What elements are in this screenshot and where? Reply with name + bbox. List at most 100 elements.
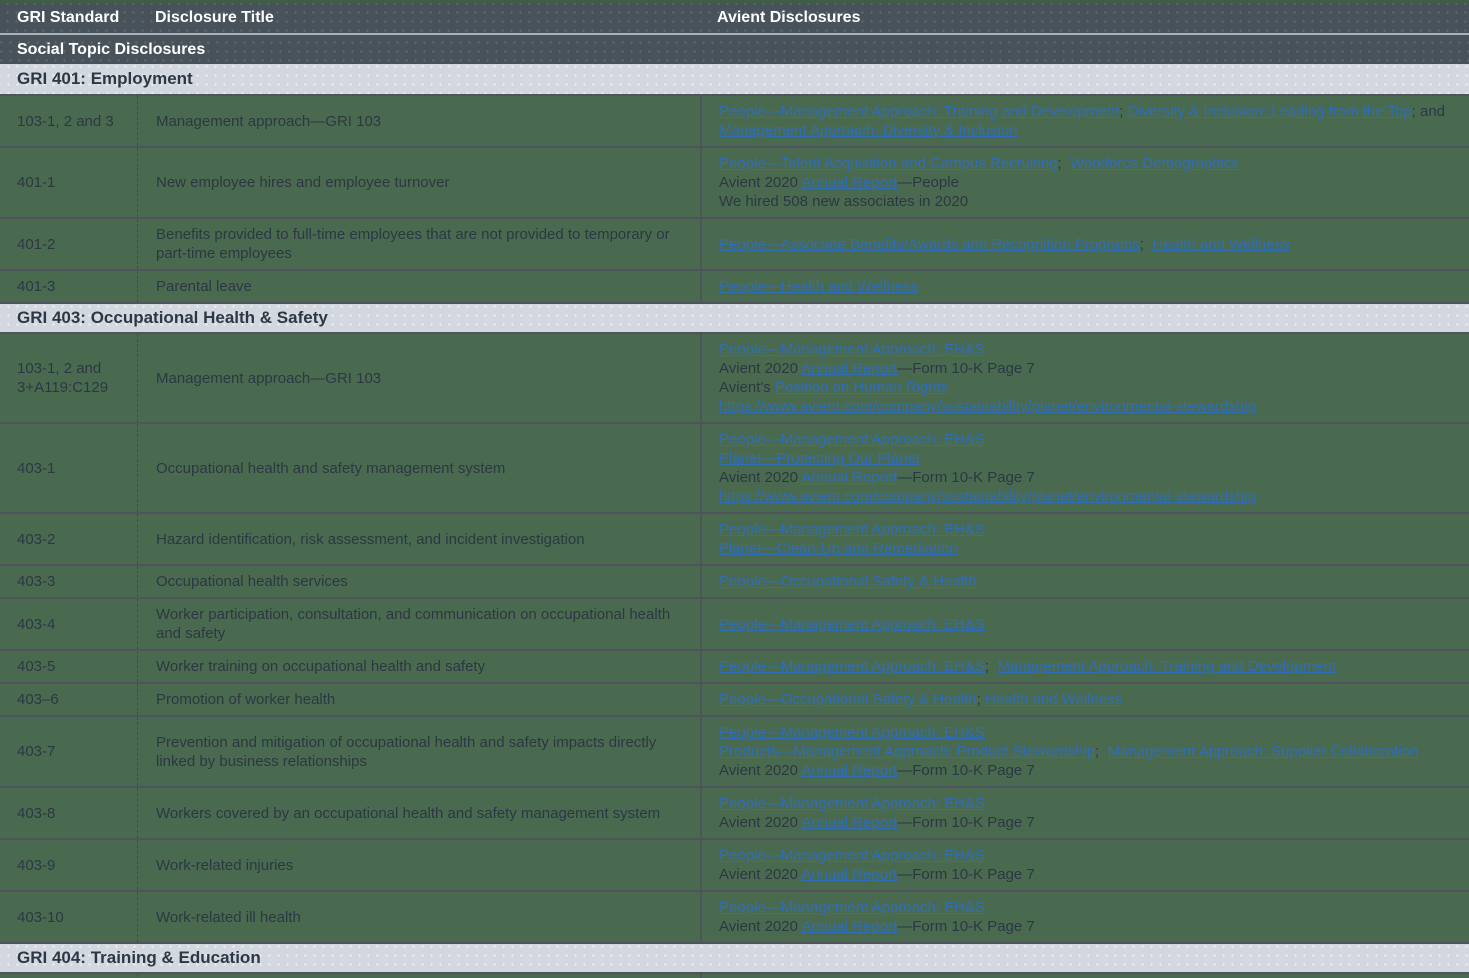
disclosure-line: People—Management Approach: EH&S (719, 520, 1459, 539)
disclosure-link[interactable]: Diversity & Inclusion: Leading from the … (1128, 103, 1412, 120)
disclosure-link[interactable]: Position on Human Rights (775, 379, 948, 396)
disclosure-line: People—Management Approach: EH&S (719, 615, 1459, 634)
avient-disclosures-cell: People—Associate Benefits/Awards and Rec… (700, 219, 1469, 269)
table-row: 403-4Worker participation, consultation,… (0, 597, 1469, 649)
disclosure-link[interactable]: People—Management Approach: EH&S (719, 899, 985, 916)
disclosure-link[interactable]: Management Approach: Diversity & Inclusi… (719, 122, 1017, 139)
disclosure-line: Avient 2020 Annual Report—Form 10-K Page… (719, 917, 1459, 936)
disclosure-link[interactable]: Annual Report (801, 918, 897, 935)
disclosure-link[interactable]: Health and Wellness (985, 691, 1122, 708)
disclosure-link[interactable]: People—Management Approach: EH&S (719, 847, 985, 864)
disclosure-link[interactable]: Annual Report (801, 469, 897, 486)
disclosure-text: ; (1140, 236, 1153, 253)
disclosure-text: Avient 2020 (719, 866, 801, 883)
table-row: 403-7Prevention and mitigation of occupa… (0, 715, 1469, 786)
gri-standard-cell: 401-3 (0, 271, 137, 302)
disclosure-title-cell: Management approach—GRI 103 (137, 96, 700, 146)
disclosure-link[interactable]: People—Occupational Safety & Health (719, 573, 977, 590)
avient-disclosures-cell: People—Occupational Safety & Health; Hea… (700, 684, 1469, 715)
disclosure-line: People—Management Approach: EH&S (719, 430, 1459, 449)
disclosure-title-cell: Hazard identification, risk assessment, … (137, 514, 700, 564)
group-header-gri-403: GRI 403: Occupational Health & Safety (0, 302, 1469, 332)
disclosure-link[interactable]: People—Management Approach: EH&S (719, 616, 985, 633)
disclosure-link[interactable]: People—Occupational Safety & Health (719, 691, 977, 708)
table-row: 401-1New employee hires and employee tur… (0, 146, 1469, 217)
disclosure-link[interactable]: Annual Report (801, 866, 897, 883)
disclosure-line: Planet—Protecting Our Planet (719, 449, 1459, 468)
disclosure-link[interactable]: Annual Report (801, 762, 897, 779)
avient-disclosures-cell: People—Management Approach: EH&S; Manage… (700, 651, 1469, 682)
disclosure-link[interactable]: People—Management Approach: EH&S (719, 521, 985, 538)
disclosure-line: People—Health and Wellness (719, 277, 1459, 296)
table-body: GRI 401: Employment103-1, 2 and 3Managem… (0, 64, 1469, 978)
disclosure-title-cell: Management approach—GRI 103 (137, 974, 700, 978)
disclosure-link[interactable]: Management Approach: Supplier Collaborat… (1108, 743, 1419, 760)
column-header-gri-standard: GRI Standard (0, 9, 137, 27)
column-header-disclosure-title: Disclosure Title (137, 9, 700, 27)
disclosure-link[interactable]: People—Management Approach: EH&S (719, 341, 985, 358)
disclosure-title-cell: Parental leave (137, 271, 700, 302)
disclosure-link[interactable]: Planet—Protecting Our Planet (719, 450, 920, 467)
disclosure-link[interactable]: People—Management Approach: EH&S (719, 658, 985, 675)
disclosure-text: Avient 2020 (719, 814, 801, 831)
disclosure-link[interactable]: Health and Wellness (1152, 236, 1289, 253)
disclosure-line: People—Management Approach: EH&S (719, 723, 1459, 742)
disclosure-link[interactable]: Annual Report (801, 360, 897, 377)
disclosure-link[interactable]: People—Management Approach: EH&S (719, 795, 985, 812)
gri-standard-cell: 401-2 (0, 219, 137, 269)
disclosure-link[interactable]: People—Talent Acquisition and Campus Rec… (719, 155, 1058, 172)
disclosure-link[interactable]: https://www.avient.com/company/sustainab… (719, 398, 1256, 415)
group-header-gri-401: GRI 401: Employment (0, 64, 1469, 94)
avient-disclosures-cell: People—Management Approach: EH&S Planet—C… (700, 514, 1469, 564)
disclosure-line: Avient's Position on Human Rights (719, 378, 1459, 397)
avient-disclosures-cell: People—Health and Wellness (700, 271, 1469, 302)
gri-disclosure-table: GRI Standard Disclosure Title Avient Dis… (0, 0, 1469, 978)
disclosure-line: People—Management Approach: EH&S (719, 340, 1459, 359)
table-row: 401-2Benefits provided to full-time empl… (0, 217, 1469, 269)
disclosure-title-cell: Management approach—GRI 103 (137, 334, 700, 422)
disclosure-text: —Form 10-K Page 7 (897, 469, 1035, 486)
table-row: 403-10Work-related ill healthPeople—Mana… (0, 890, 1469, 942)
disclosure-text: ; (1119, 103, 1127, 120)
disclosure-link[interactable]: Workforce Demographics (1070, 155, 1239, 172)
disclosure-link[interactable]: Annual Report (801, 174, 897, 191)
table-row: 103-1, 2 and 3+A119:C129Management appro… (0, 332, 1469, 422)
disclosure-text: —Form 10-K Page 7 (897, 360, 1035, 377)
disclosure-text: Avient 2020 (719, 762, 801, 779)
disclosure-line: https://www.avient.com/company/sustainab… (719, 487, 1459, 506)
disclosure-line: Products—Management Approach: Product St… (719, 742, 1459, 761)
disclosure-text: Avient 2020 (719, 174, 801, 191)
gri-standard-cell: 403-8 (0, 788, 137, 838)
gri-standard-cell: 103-1, 2 and 3 (0, 974, 137, 978)
gri-standard-cell: 401-1 (0, 148, 137, 217)
disclosure-line: People—Associate Benefits/Awards and Rec… (719, 235, 1459, 254)
disclosure-text: Avient 2020 (719, 360, 801, 377)
gri-standard-cell: 103-1, 2 and 3+A119:C129 (0, 334, 137, 422)
disclosure-link[interactable]: People—Health and Wellness (719, 278, 918, 295)
avient-disclosures-cell: People—Management Approach: Training and… (700, 974, 1469, 978)
gri-standard-cell: 403-9 (0, 840, 137, 890)
disclosure-text: ; (1095, 743, 1108, 760)
disclosure-line: People—Management Approach: Training and… (719, 102, 1459, 121)
disclosure-link[interactable]: People—Management Approach: EH&S (719, 724, 985, 741)
disclosure-line: People—Management Approach: EH&S (719, 794, 1459, 813)
table-row: 403–6Promotion of worker healthPeople—Oc… (0, 682, 1469, 715)
disclosure-line: Avient 2020 Annual Report—Form 10-K Page… (719, 813, 1459, 832)
disclosure-line: https://www.avient.com/company/sustainab… (719, 397, 1459, 416)
disclosure-link[interactable]: Management Approach: Training and Develo… (998, 658, 1337, 675)
gri-standard-cell: 403-4 (0, 599, 137, 649)
table-row: 403-1Occupational health and safety mana… (0, 422, 1469, 512)
disclosure-link[interactable]: https://www.avient.com/company/sustainab… (719, 488, 1256, 505)
disclosure-title-cell: New employee hires and employee turnover (137, 148, 700, 217)
disclosure-link[interactable]: People—Management Approach: EH&S (719, 431, 985, 448)
disclosure-link[interactable]: People—Management Approach: Training and… (719, 103, 1119, 120)
disclosure-link[interactable]: Annual Report (801, 814, 897, 831)
table-row: 403-5Worker training on occupational hea… (0, 649, 1469, 682)
disclosure-link[interactable]: People—Associate Benefits/Awards and Rec… (719, 236, 1140, 253)
disclosure-line: Avient 2020 Annual Report—People (719, 173, 1459, 192)
disclosure-line: People—Management Approach: EH&S; Manage… (719, 657, 1459, 676)
disclosure-line: Avient 2020 Annual Report—Form 10-K Page… (719, 761, 1459, 780)
disclosure-link[interactable]: Products—Management Approach: Product St… (719, 743, 1095, 760)
gri-standard-cell: 103-1, 2 and 3 (0, 96, 137, 146)
disclosure-link[interactable]: Planet—Clean-Up and Remediation (719, 540, 957, 557)
